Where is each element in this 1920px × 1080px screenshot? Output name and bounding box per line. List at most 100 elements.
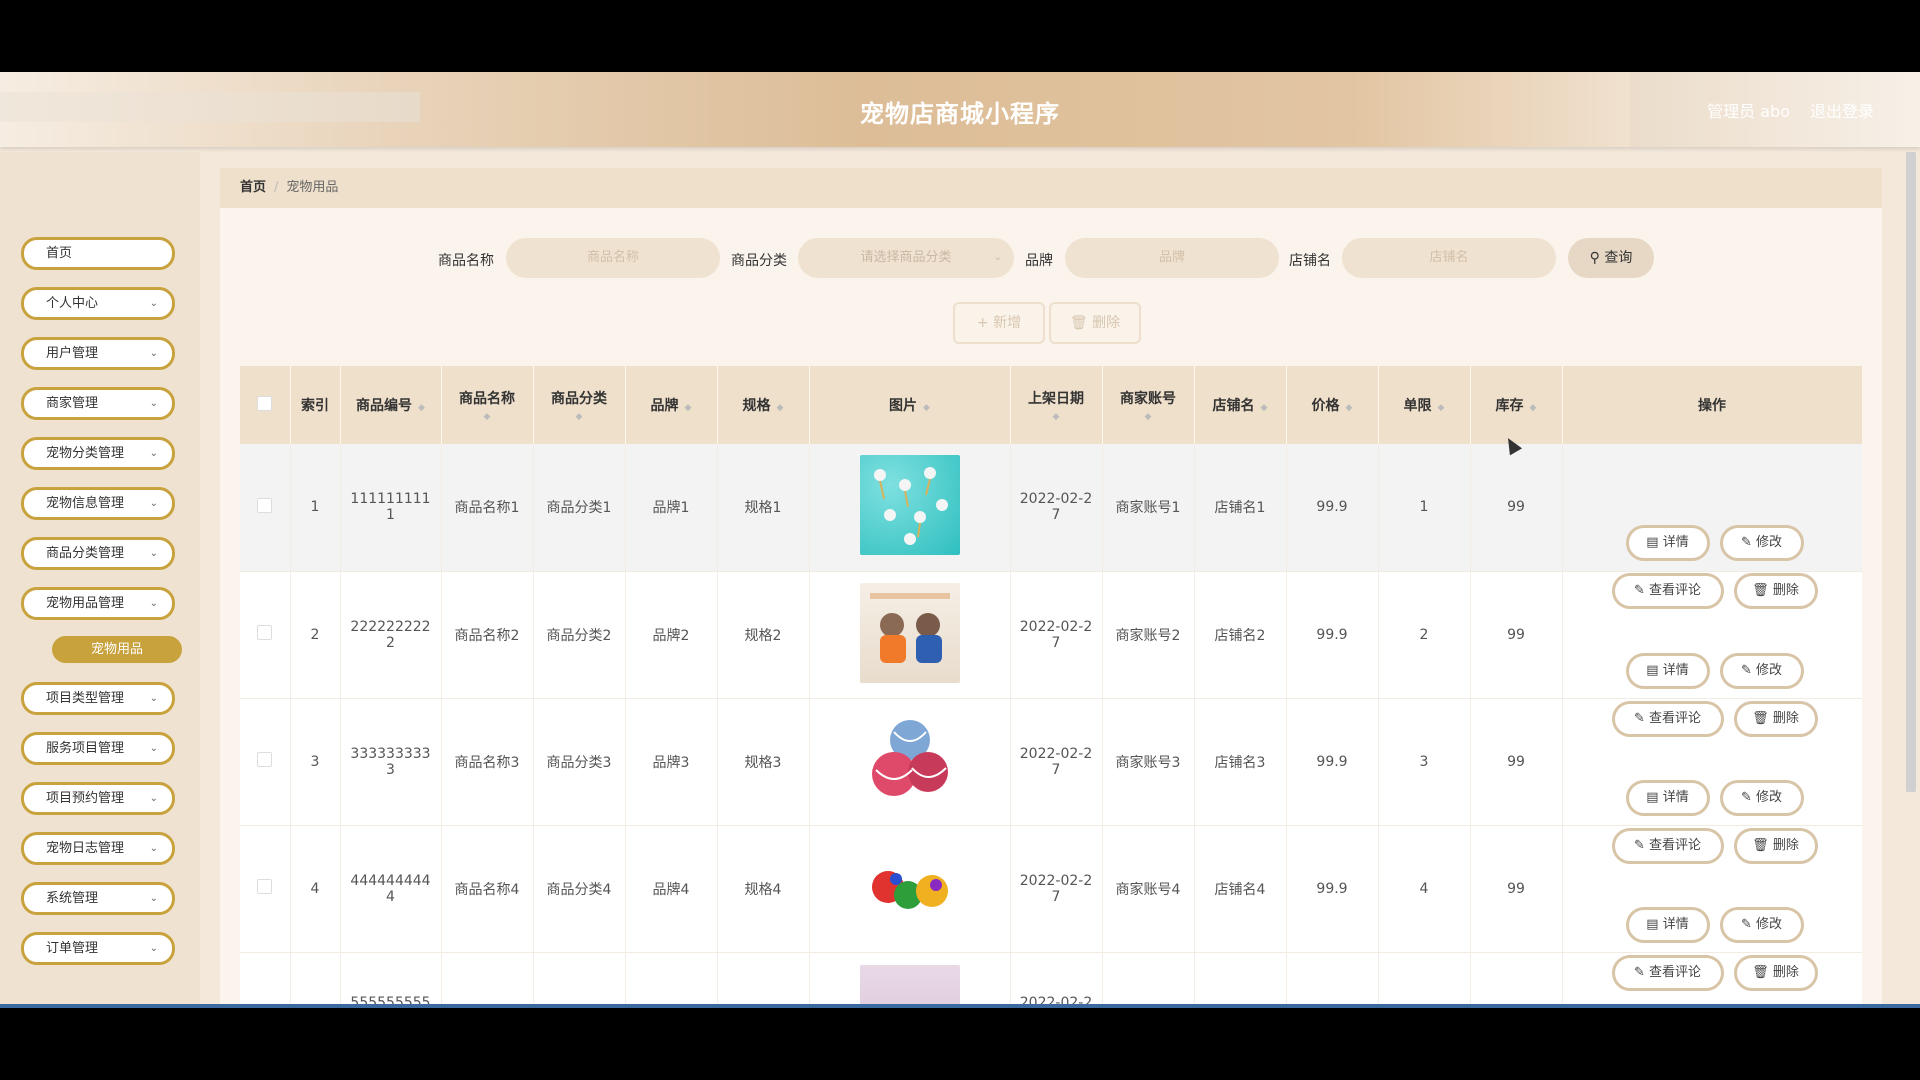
detail-button[interactable]: ▤ 详情 [1625, 906, 1710, 943]
sidebar-item-profile[interactable]: 个人中心 ⌄ [21, 287, 175, 320]
op-label: 查看评论 [1649, 583, 1702, 599]
cell-date: 2022-02-2 7 [1010, 444, 1103, 571]
chevron-down-icon: ⌄ [149, 743, 158, 754]
cell-image [809, 571, 1011, 698]
header-category[interactable]: 商品分类 ◆ [533, 366, 626, 444]
cell-price: 99.9 [1286, 444, 1379, 571]
detail-button[interactable]: ▤ 详情 [1625, 779, 1710, 816]
cell-stock [1470, 952, 1563, 1006]
sidebar-item-label: 商家管理 [46, 396, 99, 411]
logout-button[interactable]: 退出登录 [1810, 98, 1874, 122]
row-select-cell [240, 698, 291, 825]
sidebar-item-pet-category[interactable]: 宠物分类管理 ⌄ [21, 437, 175, 470]
chevron-down-icon: ⌄ [149, 793, 158, 804]
header-date[interactable]: 上架日期 ◆ [1010, 366, 1103, 444]
sidebar-item-pet-supplies[interactable]: 宠物用品管理 ⌄ [21, 587, 175, 620]
delete-button[interactable]: 🗑 删除 [1733, 954, 1818, 991]
edit-button[interactable]: ✎ 修改 [1719, 652, 1804, 689]
sidebar-item-booking[interactable]: 项目预约管理 ⌄ [21, 782, 175, 815]
cell-price: 99.9 [1286, 571, 1379, 698]
header-spec[interactable]: 规格 ◆ [717, 366, 810, 444]
query-label: 查询 [1604, 250, 1633, 266]
toy-keychain-image [873, 467, 948, 546]
delete-button[interactable]: 🗑 删除 [1733, 573, 1818, 610]
select-all-checkbox[interactable] [257, 395, 273, 411]
header-name[interactable]: 商品名称 ◆ [441, 366, 534, 444]
edit-button[interactable]: ✎ 修改 [1719, 779, 1804, 816]
sidebar-item-label: 个人中心 [46, 296, 99, 311]
view-comments-button[interactable]: ✎ 查看评论 [1611, 573, 1724, 610]
product-image[interactable] [859, 964, 960, 1006]
row-checkbox[interactable] [257, 879, 273, 894]
name-input[interactable] [506, 238, 720, 278]
sidebar-item-label: 首页 [46, 246, 73, 261]
brand-input[interactable] [1065, 238, 1279, 278]
chevron-down-icon: ⌄ [149, 693, 158, 704]
sidebar-item-service[interactable]: 服务项目管理 ⌄ [21, 732, 175, 765]
detail-button[interactable]: ▤ 详情 [1625, 652, 1710, 689]
header-shop[interactable]: 店铺名 ◆ [1194, 366, 1287, 444]
document-icon: ▤ [1646, 662, 1659, 678]
header-image[interactable]: 图片 ◆ [809, 366, 1011, 444]
name-label: 商品名称 [438, 253, 494, 269]
header-code[interactable]: 商品编号 ◆ [340, 366, 442, 444]
sidebar-item-users[interactable]: 用户管理 ⌄ [21, 337, 175, 370]
trash-icon: 🗑 [1752, 710, 1769, 726]
sidebar-item-label: 服务项目管理 [46, 741, 125, 756]
sidebar-item-label: 用户管理 [46, 346, 99, 361]
header-brand[interactable]: 品牌 ◆ [625, 366, 718, 444]
view-comments-button[interactable]: ✎ 查看评论 [1611, 954, 1724, 991]
cell-name: 商品名称2 [441, 571, 534, 698]
header-stock[interactable]: 库存 ◆ [1470, 366, 1563, 444]
sidebar-item-pet-info[interactable]: 宠物信息管理 ⌄ [21, 487, 175, 520]
row-checkbox[interactable] [257, 752, 273, 767]
breadcrumb-home[interactable]: 首页 [240, 180, 266, 195]
header-price[interactable]: 价格 ◆ [1286, 366, 1379, 444]
view-comments-button[interactable]: ✎ 查看评论 [1611, 827, 1724, 864]
row-checkbox[interactable] [257, 497, 273, 513]
product-image[interactable] [859, 582, 960, 683]
sidebar-item-orders[interactable]: 订单管理 ⌄ [21, 932, 175, 965]
product-image[interactable] [859, 455, 960, 556]
query-button[interactable]: ⚲ 查询 [1568, 238, 1654, 278]
delete-batch-button[interactable]: 🗑 删除 [1049, 302, 1141, 344]
vertical-scrollbar[interactable] [1906, 152, 1916, 792]
row-checkbox[interactable] [257, 625, 273, 640]
header-merchant[interactable]: 商家账号 ◆ [1102, 366, 1195, 444]
edit-button[interactable]: ✎ 修改 [1719, 906, 1804, 943]
sidebar-item-label: 项目预约管理 [46, 791, 125, 806]
sidebar-item-goods-category[interactable]: 商品分类管理 ⌄ [21, 537, 175, 570]
sort-icon: ◆ [418, 403, 425, 413]
product-image[interactable] [859, 709, 960, 810]
pencil-icon: ✎ [1633, 583, 1645, 599]
row-select-cell [240, 571, 291, 698]
date-line2: 7 [1051, 634, 1061, 651]
delete-label: 删除 [1092, 315, 1121, 331]
delete-button[interactable]: 🗑 删除 [1733, 700, 1818, 737]
sidebar-item-project-type[interactable]: 项目类型管理 ⌄ [21, 682, 175, 715]
table-header: 索引 商品编号 ◆ 商品名称 ◆ 商品分类 ◆ 品牌 ◆ 规格 ◆ 图片 ◆ 上架日期 ◆ 商… [240, 366, 1862, 444]
shop-label: 店铺名 [1289, 253, 1331, 269]
pencil-icon: ✎ [1633, 837, 1645, 853]
product-image[interactable] [859, 836, 960, 937]
sidebar-item-system[interactable]: 系统管理 ⌄ [21, 882, 175, 915]
header-limit[interactable]: 单限 ◆ [1378, 366, 1471, 444]
detail-button[interactable]: ▤ 详情 [1625, 525, 1710, 562]
op-label: 修改 [1756, 916, 1783, 932]
add-button[interactable]: + 新增 [953, 302, 1045, 344]
cell-date: 2022-02-2 7 [1010, 698, 1103, 825]
sidebar-item-merchants[interactable]: 商家管理 ⌄ [21, 387, 175, 420]
delete-button[interactable]: 🗑 删除 [1733, 827, 1818, 864]
view-comments-button[interactable]: ✎ 查看评论 [1611, 700, 1724, 737]
op-label: 删除 [1772, 837, 1799, 853]
sidebar-item-home[interactable]: 首页 [21, 237, 175, 270]
header-label: 图片 [889, 398, 918, 414]
edit-button[interactable]: ✎ 修改 [1719, 525, 1804, 562]
chevron-down-icon: ⌄ [149, 598, 158, 609]
sidebar-subitem-pet-supplies[interactable]: 宠物用品 [52, 636, 182, 663]
chevron-down-icon: ⌄ [149, 498, 158, 509]
shop-input[interactable] [1342, 238, 1556, 278]
sidebar-item-pet-log[interactable]: 宠物日志管理 ⌄ [21, 832, 175, 865]
category-select[interactable]: 请选择商品分类 ⌄ [798, 238, 1014, 278]
cell-index: 1 [290, 444, 341, 571]
